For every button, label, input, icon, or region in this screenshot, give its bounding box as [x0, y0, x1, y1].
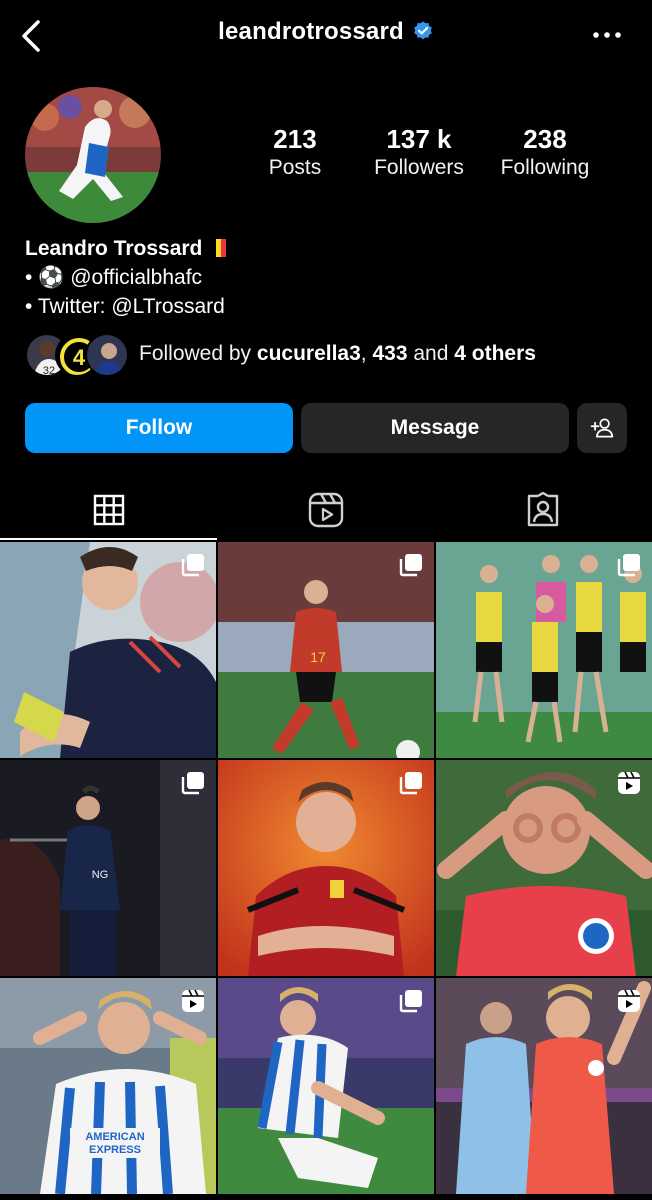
profile-bio: Leandro Trossard • ⚽ @officialbhafc • Tw… [25, 234, 625, 321]
mutual-followers[interactable]: 32 4 Followed by cucurella3, 433 and 4 o… [25, 333, 645, 379]
multiple-photos-icon [399, 990, 422, 1013]
suggested-accounts-button[interactable] [577, 403, 627, 453]
reels-icon [308, 492, 343, 528]
mutual-follower-avatar [85, 333, 129, 377]
username-title: leandrotrossard [0, 18, 652, 46]
post-thumbnail[interactable] [436, 978, 652, 1194]
multiple-photos-icon [181, 772, 204, 795]
sponsor-mark-text: NG [92, 869, 109, 881]
grid-icon [93, 494, 124, 526]
followers-stat[interactable]: 137 k Followers [354, 124, 484, 182]
reel-icon [182, 989, 204, 1012]
jersey-number-text: 32 [43, 365, 55, 377]
post-thumbnail[interactable]: 17 [218, 542, 434, 758]
profile-stats: 213 Posts 137 k Followers 238 Following [230, 124, 630, 194]
multiple-photos-icon [181, 554, 204, 577]
bio-line-twitter: • Twitter: @LTrossard [25, 295, 225, 318]
username-text: leandrotrossard [218, 18, 404, 45]
bio-line-club: • ⚽ @officialbhafc [25, 266, 203, 289]
following-count: 238 [523, 124, 567, 154]
belgium-flag-icon [210, 236, 227, 257]
profile-avatar[interactable] [25, 87, 161, 223]
tagged-person-icon [527, 492, 558, 527]
profile-header: leandrotrossard [0, 0, 652, 72]
tab-tagged[interactable] [434, 480, 651, 540]
following-label: Following [500, 156, 590, 179]
add-person-icon [590, 418, 614, 438]
reel-icon [618, 771, 640, 794]
club-mention-link[interactable]: @officialbhafc [70, 266, 202, 289]
reel-icon [618, 989, 640, 1012]
profile-tabs [0, 480, 652, 540]
jersey-number-text: 17 [310, 649, 326, 665]
post-thumbnail[interactable] [218, 978, 434, 1194]
post-thumbnail[interactable] [218, 760, 434, 976]
post-thumbnail[interactable] [436, 542, 652, 758]
more-options-icon[interactable] [592, 26, 622, 44]
post-thumbnail[interactable] [436, 760, 652, 976]
multiple-photos-icon [617, 554, 640, 577]
multiple-photos-icon [399, 772, 422, 795]
sponsor-text: EXPRESS [89, 1144, 141, 1156]
follow-button[interactable]: Follow [25, 403, 293, 453]
post-thumbnail[interactable]: NG [0, 760, 216, 976]
brand-logo-text: 4 [73, 345, 86, 370]
post-thumbnail[interactable] [0, 542, 216, 758]
tab-posts[interactable] [0, 480, 217, 540]
followers-count: 137 k [386, 124, 452, 154]
post-thumbnail[interactable]: AMERICAN EXPRESS [0, 978, 216, 1194]
twitter-handle-text[interactable]: Twitter: @LTrossard [38, 295, 225, 318]
posts-stat[interactable]: 213 Posts [230, 124, 360, 182]
tab-reels[interactable] [217, 480, 434, 540]
message-button[interactable]: Message [301, 403, 569, 453]
followed-by-text: Followed by cucurella3, 433 and 4 others [139, 342, 536, 365]
following-stat[interactable]: 238 Following [480, 124, 610, 182]
sponsor-text: AMERICAN [85, 1131, 144, 1143]
posts-count: 213 [273, 124, 317, 154]
soccer-ball-icon: ⚽ [38, 266, 65, 289]
posts-label: Posts [268, 156, 322, 179]
verified-badge-icon [414, 21, 432, 40]
display-name: Leandro Trossard [25, 237, 203, 260]
multiple-photos-icon [399, 554, 422, 577]
followers-label: Followers [374, 156, 464, 179]
